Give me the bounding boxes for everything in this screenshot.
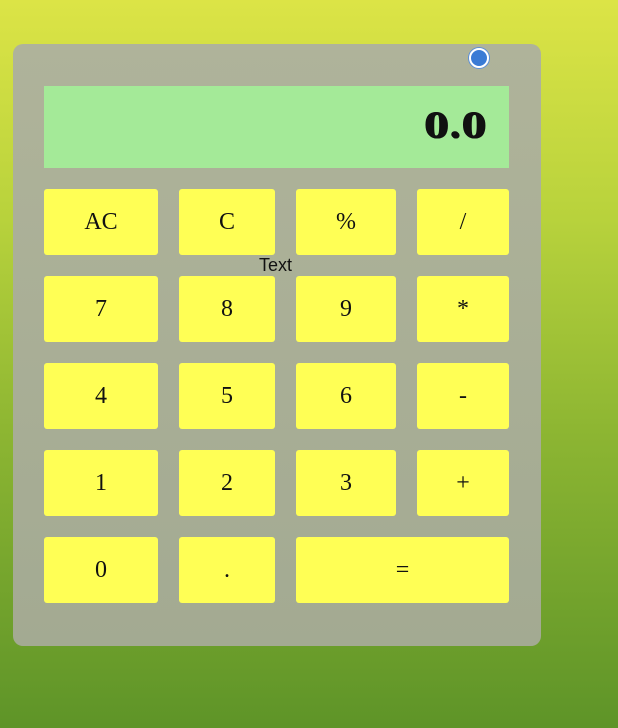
equals-button[interactable]: = xyxy=(296,537,509,603)
digit-1-button[interactable]: 1 xyxy=(44,450,158,516)
digit-2-button[interactable]: 2 xyxy=(179,450,275,516)
digit-3-button[interactable]: 3 xyxy=(296,450,396,516)
divide-button[interactable]: / xyxy=(417,189,509,255)
clear-button[interactable]: C xyxy=(179,189,275,255)
percent-button[interactable]: % xyxy=(296,189,396,255)
floating-text-label: Text xyxy=(259,255,293,275)
digit-6-button[interactable]: 6 xyxy=(296,363,396,429)
digit-7-button[interactable]: 7 xyxy=(44,276,158,342)
digit-5-button[interactable]: 5 xyxy=(179,363,275,429)
multiply-button[interactable]: * xyxy=(417,276,509,342)
display-value: 0.0 xyxy=(424,106,487,146)
decimal-point-button[interactable]: . xyxy=(179,537,275,603)
plus-button[interactable]: + xyxy=(417,450,509,516)
digit-0-button[interactable]: 0 xyxy=(44,537,158,603)
digit-8-button[interactable]: 8 xyxy=(179,276,275,342)
calculator-display: 0.0 xyxy=(44,86,509,168)
minus-button[interactable]: - xyxy=(417,363,509,429)
all-clear-button[interactable]: AC xyxy=(44,189,158,255)
radio-button[interactable] xyxy=(469,48,489,68)
digit-4-button[interactable]: 4 xyxy=(44,363,158,429)
digit-9-button[interactable]: 9 xyxy=(296,276,396,342)
